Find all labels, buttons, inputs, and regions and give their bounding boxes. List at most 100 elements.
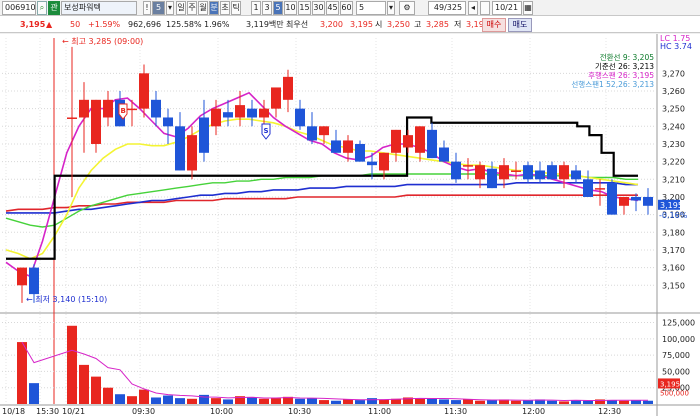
period-count-badge[interactable]: 5 [152,1,165,15]
period-tab-month[interactable]: 월 [198,1,208,15]
volume-value: 962,696 [128,20,162,29]
period-tab-day[interactable]: 일 [176,1,186,15]
candle [379,152,389,171]
volume-bar [367,398,377,404]
y-tick-label: 3,240 [662,122,685,131]
candle [187,135,197,171]
turnover-percent: 125.58% [166,20,202,29]
volume-bar [487,400,497,404]
minute-tab-3[interactable]: 3 [262,1,272,15]
candle [535,170,545,180]
candle [127,108,137,111]
y-tick-label: 3,210 [662,175,685,184]
best-ask-value: 3,200 [320,20,343,29]
minute-tab-30[interactable]: 30 [312,1,325,15]
scroll-left-button[interactable]: ◂ [468,1,478,15]
search-icon[interactable]: ⌕ [37,1,47,15]
candle [619,196,629,206]
change-arrow-icon: ▲ [46,20,53,29]
minute-tab-15[interactable]: 15 [298,1,311,15]
candle [571,170,581,180]
settings-icon[interactable]: ⚙ [399,1,415,15]
minute-tab-10[interactable]: 10 [284,1,297,15]
candle [235,105,245,118]
volume-tick-label: 125,000 [662,319,695,328]
best-quote-label: 최우선 [286,20,309,29]
volume-bar [187,398,197,404]
toolbar: 006910 ⌕ 관 보성파워텍 ! 5 ▾ 일 주 월 분 초 틱 1 3 5… [0,0,700,16]
date-checkbox[interactable] [480,1,490,15]
candle [391,129,401,153]
y-tick-label: 3,260 [662,87,685,96]
calendar-icon[interactable]: ▦ [523,1,533,15]
y-tick-label: 3,160 [662,264,685,273]
high-label: 고 [414,20,422,29]
volume-bar [91,376,101,404]
x-tick-label: 10:00 [210,407,233,416]
candle [343,140,353,153]
x-tick-label: 12:30 [598,407,621,416]
candle [559,165,569,180]
volume-bar [319,400,329,404]
buy-button[interactable]: 매수 [482,18,506,32]
x-tick-label: 15:30 [36,407,59,416]
volume-bar [211,398,221,404]
interval-dropdown-button[interactable]: ▾ [387,1,395,15]
favorite-icon[interactable]: 관 [48,1,60,15]
volume-bar [559,401,569,404]
chart-area[interactable]: ← 최고 3,285 (09:00) ← 최저 3,140 (15:10) B S LC… [0,34,700,416]
volume-bar [547,400,557,404]
volume-bar [29,383,39,404]
stock-name: 보성파워텍 [61,1,137,15]
chart-grid [0,34,700,416]
stock-code-input[interactable]: 006910 [2,1,36,15]
volume-bar [259,398,269,404]
minute-tab-1[interactable]: 1 [251,1,261,15]
candle [499,165,509,180]
period-tab-week[interactable]: 주 [187,1,197,15]
volume-current-volume: 500,000 [660,389,689,397]
volume-bar [139,389,149,404]
candle [403,135,413,148]
candle [511,170,521,172]
count-field[interactable]: 49/325 [428,1,466,15]
volume-tick-label: 75,000 [662,351,690,360]
change-percent: +1.59% [88,20,121,29]
minute-tab-60[interactable]: 60 [340,1,353,15]
candle [307,126,317,141]
high-value: 3,285 [426,20,449,29]
x-tick-label: 11:30 [444,407,467,416]
period-dropdown-button[interactable]: ▾ [166,1,174,15]
period-tab-tick[interactable]: 틱 [231,1,241,15]
y-tick-label: 3,170 [662,246,685,255]
minute-tab-45[interactable]: 45 [326,1,339,15]
minute-tab-5[interactable]: 5 [273,1,283,15]
volume-bar [643,400,653,404]
low-label: 저 [454,20,462,29]
current-change-label: -0.16% [659,211,688,220]
volume-bar [175,398,185,404]
open-label: 시 [375,20,383,29]
volume-bar [17,342,27,404]
volume-bar [67,325,77,404]
volume-bar [427,398,437,404]
volume-bar [475,400,485,404]
candle [259,108,269,118]
alert-button[interactable]: ! [143,1,151,15]
volume-bar [163,395,173,404]
legend-item: 후행스팬 26: 3,195 [588,70,654,80]
candle [487,168,497,189]
volume-bar [115,394,125,404]
candle [17,267,27,286]
candle [163,117,173,127]
candle [151,99,161,118]
sell-button[interactable]: 매도 [508,18,532,32]
candlestick-chart[interactable]: ← 최고 3,285 (09:00)← 최저 3,140 (15:10)BSLC… [0,34,700,416]
date-input[interactable]: 10/21 [492,1,522,15]
legend-item: 선행스팬1 52,26: 3,213 [571,79,654,89]
period-tab-second[interactable]: 초 [220,1,230,15]
sell-marker-label: S [264,127,269,135]
interval-input[interactable]: 5 [356,1,386,15]
period-tab-minute[interactable]: 분 [209,1,219,15]
candle [583,179,593,197]
